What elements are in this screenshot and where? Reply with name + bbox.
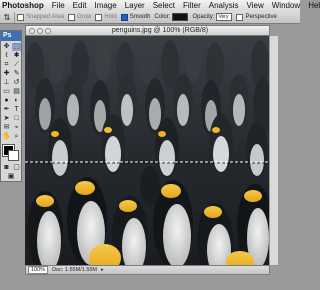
crop-tool-icon[interactable]: ⌗ — [2, 61, 11, 69]
menu-layer[interactable]: Layer — [121, 1, 149, 10]
image-canvas[interactable] — [25, 36, 270, 265]
menu-view[interactable]: View — [243, 1, 268, 10]
notes-tool-icon[interactable]: ✉ — [2, 124, 11, 132]
options-bar: ⇅ Snapped Area Grow Hold Smooth Color: O… — [0, 11, 300, 24]
color-swatch[interactable] — [172, 13, 189, 21]
status-menu-arrow-icon[interactable]: ▸ — [101, 267, 104, 273]
screen-mode-icon[interactable]: ▣ — [2, 173, 20, 181]
hold-label: Hold — [104, 14, 117, 20]
color-control[interactable]: Color: — [152, 13, 190, 21]
menu-analysis[interactable]: Analysis — [205, 1, 243, 10]
brush-tool-icon[interactable]: ✎ — [12, 70, 21, 78]
menu-file[interactable]: File — [48, 1, 69, 10]
fringe-option[interactable]: Snapped Area — [15, 13, 66, 21]
menu-select[interactable]: Select — [149, 1, 179, 10]
pen-tool-icon[interactable]: ✒ — [2, 106, 11, 114]
perspective-checkbox[interactable]: Perspective — [234, 13, 278, 21]
menu-photoshop[interactable]: Photoshop — [0, 1, 48, 10]
blur-tool-icon[interactable]: ● — [2, 97, 11, 105]
grow-option[interactable]: Grow — [66, 13, 93, 21]
menu-help[interactable]: Help — [304, 1, 320, 10]
opacity-select[interactable]: Very — [216, 13, 233, 21]
type-tool-icon[interactable]: T — [12, 106, 21, 114]
tools-panel: Ps ✥ ⬚ ℓ ✱ ⌗ ⟋ ✚ ✎ ⊥ ↺ ▭ ▤ ● ◐ ✒ T ➤ □ ✉… — [0, 30, 22, 182]
document-title: penguins.jpg @ 100% (RGB/8) — [111, 27, 209, 34]
slice-tool-icon[interactable]: ⟋ — [12, 61, 21, 69]
close-window-icon[interactable] — [29, 27, 35, 34]
document-titlebar[interactable]: penguins.jpg @ 100% (RGB/8) — [25, 25, 270, 36]
hand-tool-icon[interactable]: ✋ — [2, 133, 11, 141]
history-brush-tool-icon[interactable]: ↺ — [12, 79, 21, 87]
zoom-level-field[interactable]: 100% — [28, 266, 49, 274]
eraser-tool-icon[interactable]: ▭ — [2, 88, 11, 96]
magic-wand-tool-icon[interactable]: ✱ — [12, 52, 21, 60]
clone-stamp-tool-icon[interactable]: ⊥ — [2, 79, 11, 87]
vertical-scrollbar[interactable] — [269, 36, 278, 265]
lasso-tool-icon[interactable]: ℓ — [2, 52, 11, 60]
zoom-tool-icon[interactable]: ⌕ — [12, 133, 21, 141]
healing-brush-tool-icon[interactable]: ✚ — [2, 70, 11, 78]
hold-option[interactable]: Hold — [93, 13, 118, 21]
path-selection-tool-icon[interactable]: ➤ — [2, 115, 11, 123]
document-size: Doc: 1.55M/1.55M — [52, 267, 98, 273]
menu-filter[interactable]: Filter — [179, 1, 205, 10]
smooth-checkbox[interactable]: Smooth — [119, 13, 153, 21]
menu-window[interactable]: Window — [268, 1, 304, 10]
grow-label: Grow — [77, 14, 92, 20]
shape-tool-icon[interactable]: □ — [12, 115, 21, 123]
color-swatches — [1, 144, 21, 162]
marquee-tool-icon[interactable]: ⬚ — [12, 43, 21, 51]
ps-badge: Ps — [1, 31, 21, 41]
minimize-window-icon[interactable] — [37, 27, 43, 34]
color-label: Color: — [154, 14, 171, 20]
opacity-control[interactable]: Opacity: Very — [190, 13, 234, 21]
standard-mode-icon[interactable]: ▢ — [12, 164, 21, 172]
penguins-photo — [25, 36, 270, 265]
menu-edit[interactable]: Edit — [69, 1, 91, 10]
gradient-tool-icon[interactable]: ▤ — [12, 88, 21, 96]
perspective-label: Perspective — [245, 14, 277, 20]
background-color-swatch[interactable] — [8, 150, 19, 161]
document-window: penguins.jpg @ 100% (RGB/8) 100% Doc: 1.… — [25, 25, 278, 281]
single-row-marquee-icon[interactable]: ⇅ — [0, 11, 15, 23]
quick-mask-icon[interactable]: ◙ — [2, 164, 11, 172]
document-statusbar: 100% Doc: 1.55M/1.55M ▸ — [25, 265, 270, 275]
move-tool-icon[interactable]: ✥ — [2, 43, 11, 51]
menu-image[interactable]: Image — [90, 1, 120, 10]
eyedropper-tool-icon[interactable]: ⌁ — [12, 124, 21, 132]
fringe-label: Snapped Area — [26, 14, 65, 20]
dodge-tool-icon[interactable]: ◐ — [12, 97, 21, 105]
opacity-label: Opacity: — [192, 14, 215, 20]
smooth-label: Smooth — [129, 14, 151, 20]
